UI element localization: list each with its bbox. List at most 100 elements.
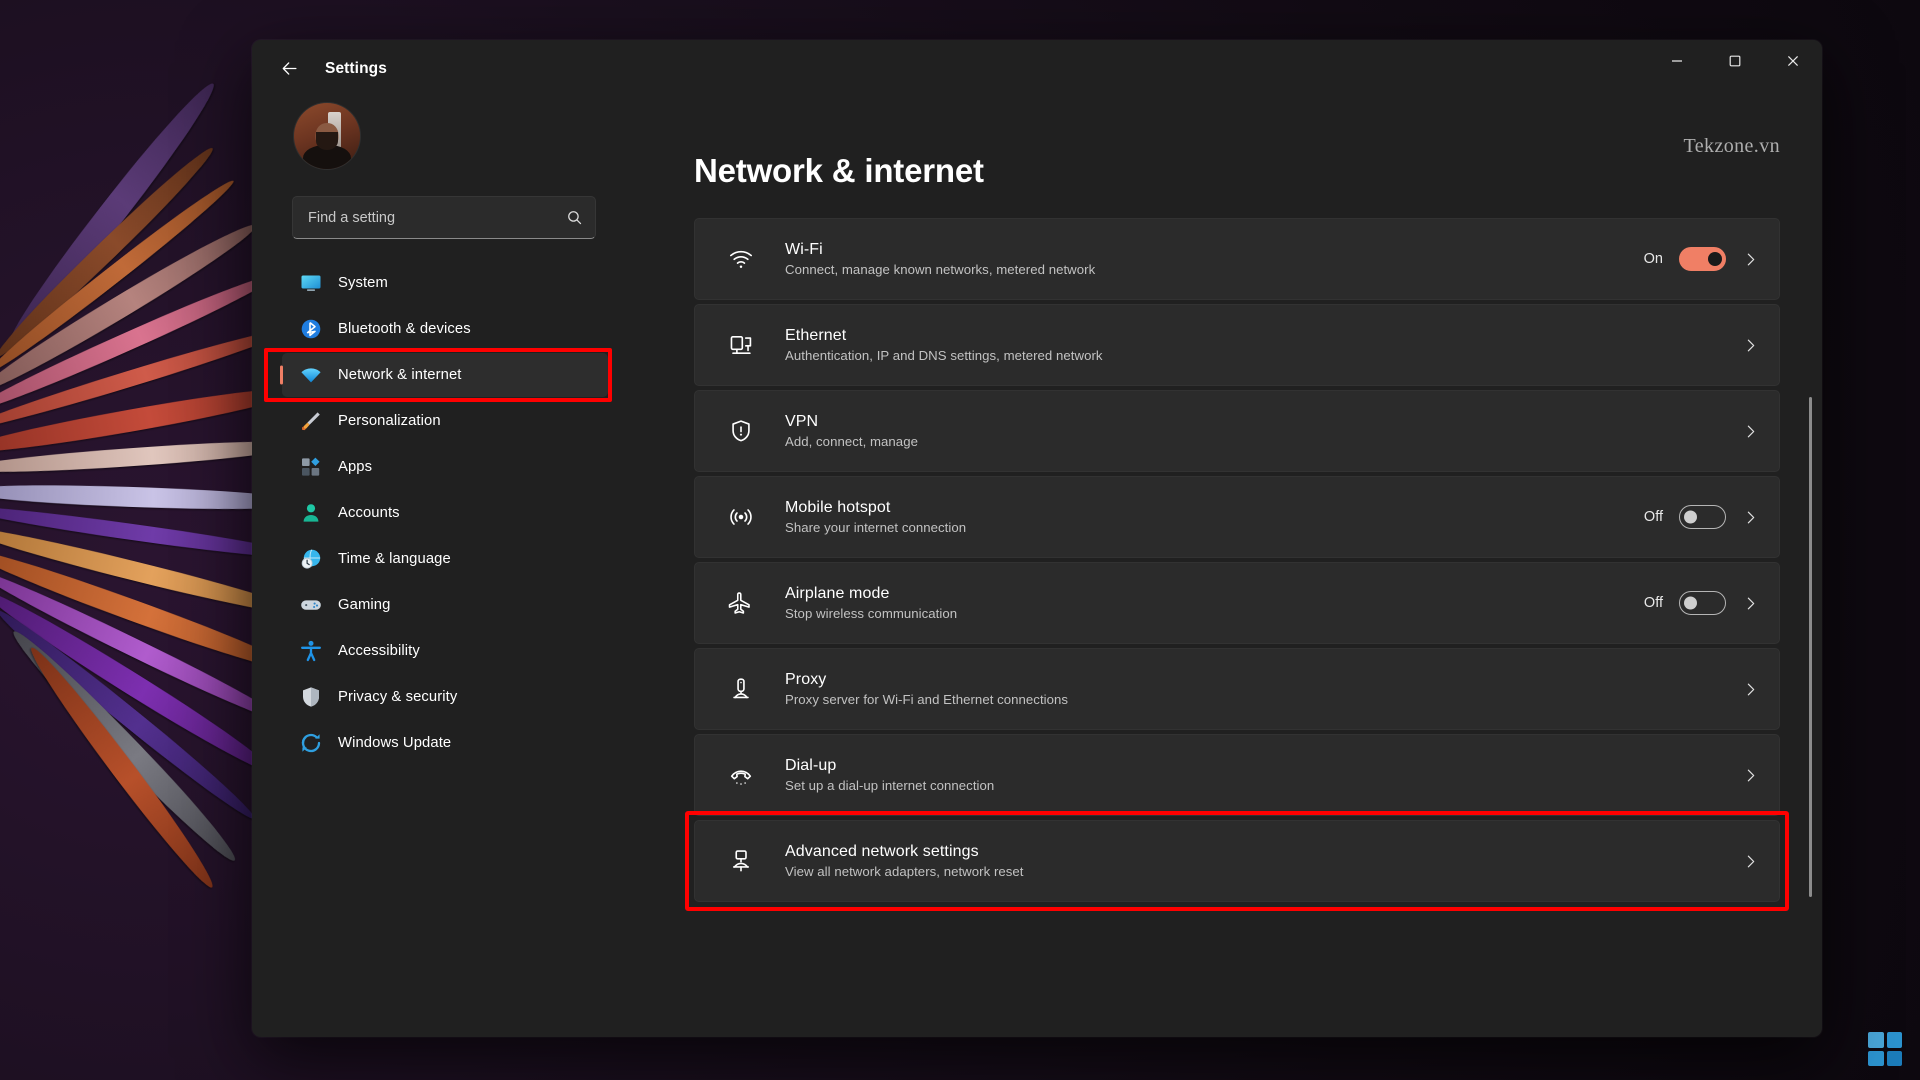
sidebar-item-label: Accounts <box>338 505 400 521</box>
chevron-right-icon[interactable] <box>1742 509 1759 526</box>
settings-card-wrapper: Mobile hotspot Share your internet connec… <box>694 476 1780 558</box>
proxy-server-icon <box>733 678 749 699</box>
vpn-shield-icon <box>719 418 763 444</box>
settings-window: Settings Tekzone.vn Find a setting Syste… <box>252 40 1822 1037</box>
wifi-icon <box>730 250 752 268</box>
hotspot-icon <box>730 509 752 525</box>
sidebar-item-network-internet[interactable]: Network & internet <box>282 353 608 397</box>
sidebar-item-personalization[interactable]: Personalization <box>282 399 608 443</box>
close-button[interactable] <box>1764 40 1822 81</box>
settings-card-controls <box>1742 681 1759 698</box>
settings-card-dial-up[interactable]: Dial-up Set up a dial-up internet connect… <box>694 734 1780 816</box>
settings-card-text: Ethernet Authentication, IP and DNS setti… <box>785 327 1728 363</box>
sidebar-item-system[interactable]: System <box>282 261 608 305</box>
shield-icon <box>303 687 319 707</box>
settings-card-title: Dial-up <box>785 757 837 774</box>
sidebar-item-privacy-security[interactable]: Privacy & security <box>282 675 608 719</box>
main-scrollbar[interactable] <box>1809 97 1812 1037</box>
settings-card-controls <box>1742 767 1759 784</box>
wifi-icon <box>719 246 763 272</box>
chevron-right-icon <box>1747 339 1755 351</box>
minimize-button[interactable] <box>1648 40 1706 81</box>
toggle-knob <box>1708 252 1722 266</box>
paintbrush-icon <box>294 407 328 435</box>
accessibility-icon <box>294 637 328 665</box>
sidebar-item-time-language[interactable]: Time & language <box>282 537 608 581</box>
settings-card-wi-fi[interactable]: Wi-Fi Connect, manage known networks, met… <box>694 218 1780 300</box>
close-icon <box>1787 55 1799 66</box>
back-button[interactable] <box>270 52 308 86</box>
settings-card-mobile-hotspot[interactable]: Mobile hotspot Share your internet connec… <box>694 476 1780 558</box>
sidebar-item-apps[interactable]: Apps <box>282 445 608 489</box>
clock-globe-icon <box>301 549 321 569</box>
chevron-right-icon <box>1747 683 1755 695</box>
sidebar-item-gaming[interactable]: Gaming <box>282 583 608 627</box>
settings-card-text: VPN Add, connect, manage <box>785 413 1728 449</box>
hotspot-icon <box>719 504 763 530</box>
settings-card-wrapper: VPN Add, connect, manage <box>694 390 1780 472</box>
settings-card-ethernet[interactable]: Ethernet Authentication, IP and DNS setti… <box>694 304 1780 386</box>
settings-card-airplane-mode[interactable]: Airplane mode Stop wireless communication… <box>694 562 1780 644</box>
settings-card-text: Airplane mode Stop wireless communication <box>785 585 1630 621</box>
chevron-right-icon <box>1747 253 1755 265</box>
monitor-icon <box>294 269 328 297</box>
apps-icon <box>294 453 328 481</box>
settings-card-subtitle: Stop wireless communication <box>785 606 958 621</box>
chevron-right-icon[interactable] <box>1742 251 1759 268</box>
bluetooth-icon <box>294 315 328 343</box>
toggle-switch[interactable] <box>1679 247 1726 271</box>
avatar[interactable] <box>294 103 360 169</box>
settings-card-list: Wi-Fi Connect, manage known networks, met… <box>685 218 1789 911</box>
account-block[interactable] <box>280 97 608 169</box>
sidebar-item-accounts[interactable]: Accounts <box>282 491 608 535</box>
airplane-icon <box>719 590 763 616</box>
proxy-server-icon <box>719 676 763 702</box>
settings-card-controls <box>1742 337 1759 354</box>
chevron-right-icon[interactable] <box>1742 681 1759 698</box>
settings-card-subtitle: Authentication, IP and DNS settings, met… <box>785 348 1103 363</box>
apps-icon <box>302 457 320 476</box>
search-input[interactable] <box>308 209 566 226</box>
settings-card-subtitle: Add, connect, manage <box>785 434 918 449</box>
chevron-right-icon <box>1747 769 1755 781</box>
toggle-switch[interactable] <box>1679 505 1726 529</box>
scrollbar-thumb[interactable] <box>1809 397 1812 897</box>
toggle-switch[interactable] <box>1679 591 1726 615</box>
sidebar-item-label: Windows Update <box>338 735 452 751</box>
settings-card-advanced-network-settings[interactable]: Advanced network settings View all networ… <box>694 820 1780 902</box>
chevron-right-icon <box>1747 511 1755 523</box>
shield-icon <box>294 683 328 711</box>
window-controls <box>1648 40 1822 81</box>
search-icon[interactable] <box>566 209 583 226</box>
sidebar-item-label: Gaming <box>338 597 391 613</box>
settings-card-vpn[interactable]: VPN Add, connect, manage <box>694 390 1780 472</box>
chevron-right-icon[interactable] <box>1742 595 1759 612</box>
settings-card-wrapper: Ethernet Authentication, IP and DNS setti… <box>694 304 1780 386</box>
toggle-state-label: Off <box>1643 595 1663 611</box>
sidebar-item-label: Accessibility <box>338 643 420 659</box>
settings-card-text: Proxy Proxy server for Wi-Fi and Ethernet… <box>785 671 1728 707</box>
sidebar-item-windows-update[interactable]: Windows Update <box>282 721 608 765</box>
chevron-right-icon[interactable] <box>1742 853 1759 870</box>
search-box[interactable] <box>292 196 596 239</box>
windows-start-icon[interactable] <box>1868 1032 1902 1066</box>
sidebar-item-accessibility[interactable]: Accessibility <box>282 629 608 673</box>
settings-card-text: Mobile hotspot Share your internet connec… <box>785 499 1630 535</box>
minimize-icon <box>1672 59 1682 62</box>
sidebar-item-bluetooth-devices[interactable]: Bluetooth & devices <box>282 307 608 351</box>
maximize-button[interactable] <box>1706 40 1764 81</box>
settings-card-title: Advanced network settings <box>785 843 979 860</box>
chevron-right-icon[interactable] <box>1742 423 1759 440</box>
chevron-right-icon[interactable] <box>1742 337 1759 354</box>
sidebar-item-label: Network & internet <box>338 367 462 383</box>
settings-card-proxy[interactable]: Proxy Proxy server for Wi-Fi and Ethernet… <box>694 648 1780 730</box>
dialup-phone-icon <box>719 762 763 788</box>
person-icon <box>294 499 328 527</box>
chevron-right-icon <box>1747 425 1755 437</box>
chevron-right-icon[interactable] <box>1742 767 1759 784</box>
advanced-network-icon <box>719 848 763 874</box>
person-icon <box>303 504 319 522</box>
settings-card-title: VPN <box>785 413 819 430</box>
monitor-icon <box>301 275 321 291</box>
settings-card-subtitle: Set up a dial-up internet connection <box>785 778 995 793</box>
